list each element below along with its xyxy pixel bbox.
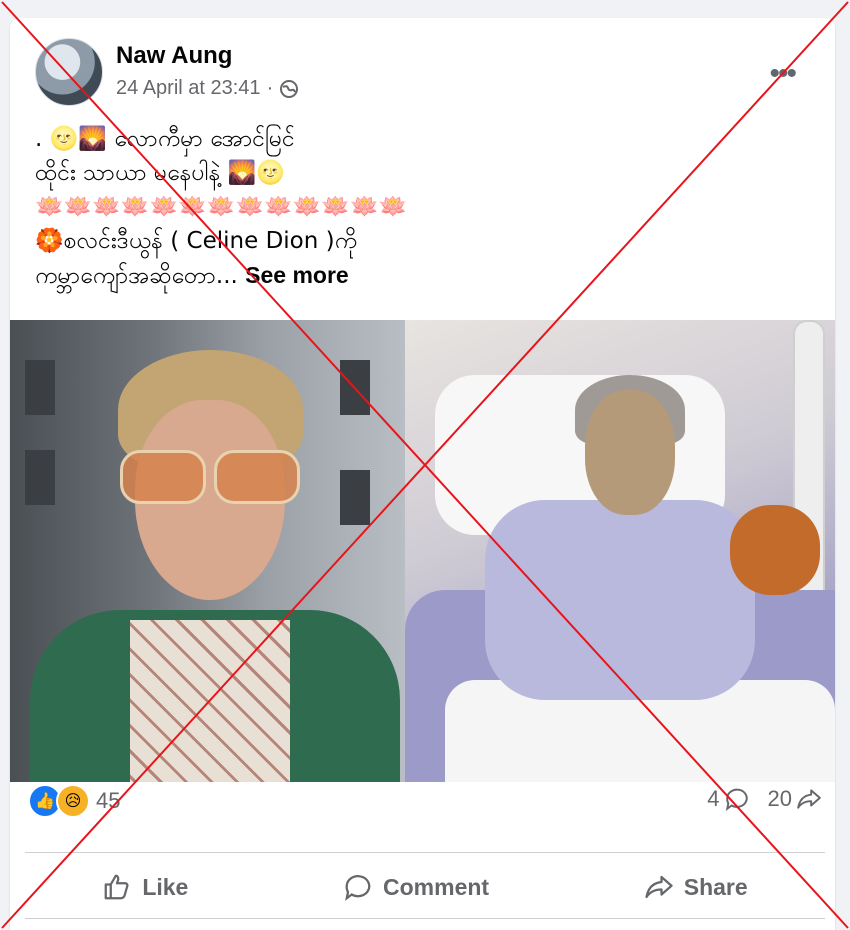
comment-icon — [345, 875, 371, 901]
divider — [25, 918, 825, 919]
share-icon — [645, 875, 673, 899]
post-stats: 👍 😥 45 4 20 — [28, 784, 822, 818]
more-options-icon[interactable]: ••• — [769, 59, 796, 89]
post-text-line: ထိုင်း သာယာ မနေပါနဲ့ 🌄🌝 — [35, 160, 286, 186]
share-label: Share — [683, 873, 748, 900]
building-window — [25, 450, 55, 505]
avatar[interactable] — [35, 38, 103, 106]
hospital-gown — [485, 500, 755, 700]
post-header: Naw Aung 24 April at 23:41 · ••• — [35, 38, 810, 108]
post-text-line: ကမ္ဘာကျော်အဆိုတော... See more — [35, 258, 795, 293]
share-button[interactable]: Share — [644, 872, 748, 902]
share-count-value: 20 — [767, 786, 792, 811]
post-text: . 🌝🌄 လောကီမှာ အောင်မြင် ထိုင်း သာယာ မနေပ… — [35, 122, 795, 293]
photo-hospital-bed[interactable] — [405, 320, 835, 782]
sunglasses — [120, 450, 300, 504]
photo-celine-street[interactable] — [10, 320, 405, 782]
comment-bubble-icon — [725, 788, 748, 812]
meta-separator: · — [266, 77, 274, 99]
building-window — [340, 360, 370, 415]
teddy-bear — [730, 505, 820, 595]
share-arrow-icon — [797, 789, 821, 809]
like-button[interactable]: Like — [102, 872, 188, 902]
building-window — [25, 360, 55, 415]
patterned-blouse — [130, 620, 290, 782]
post-text-truncated: ကမ္ဘာကျော်အဆိုတော... — [35, 263, 238, 289]
like-label: Like — [142, 873, 189, 900]
share-count[interactable]: 20 — [768, 786, 822, 812]
engagement-counts: 4 20 — [707, 786, 822, 812]
reactions-summary[interactable]: 👍 😥 45 — [28, 784, 120, 818]
post-meta: 24 April at 23:41 · — [116, 77, 299, 100]
sad-reaction-icon: 😥 — [56, 784, 90, 818]
comment-label: Comment — [383, 873, 490, 900]
building-window — [340, 470, 370, 525]
reaction-count: 45 — [96, 788, 121, 813]
action-bar: Like Comment Share — [25, 856, 825, 918]
patient-head — [585, 390, 675, 515]
post-text-line: . 🌝🌄 လောကီမှာ အောင်မြင် — [35, 126, 295, 152]
comment-count-value: 4 — [707, 786, 720, 811]
thumbs-up-icon — [104, 874, 129, 900]
post-text-line: 🪷🪷🪷🪷🪷🪷🪷🪷🪷🪷🪷🪷🪷 — [35, 194, 408, 220]
see-more-link[interactable]: See more — [245, 262, 349, 288]
comment-button[interactable]: Comment — [343, 872, 489, 902]
comment-count[interactable]: 4 — [707, 786, 749, 812]
divider — [25, 852, 825, 853]
author-name[interactable]: Naw Aung — [116, 42, 232, 70]
timestamp[interactable]: 24 April at 23:41 — [116, 77, 261, 100]
globe-icon — [280, 79, 299, 98]
post-text-line: 🏵️စလင်းဒီယွန် ( Celine Dion )ကို — [35, 228, 358, 254]
post-photos[interactable] — [10, 320, 835, 782]
